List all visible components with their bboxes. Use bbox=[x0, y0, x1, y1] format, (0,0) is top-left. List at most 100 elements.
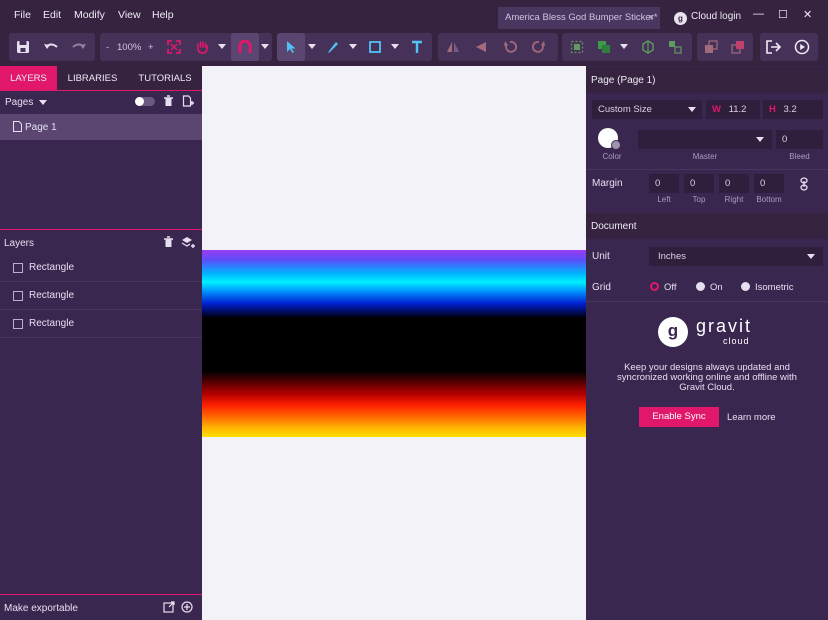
add-page-icon[interactable] bbox=[182, 95, 194, 110]
cloud-description: Keep your designs always updated and syn… bbox=[617, 362, 797, 393]
page-section-title: Page (Page 1) bbox=[591, 75, 656, 86]
tab-layers[interactable]: LAYERS bbox=[0, 66, 57, 90]
learn-more-link[interactable]: Learn more bbox=[727, 412, 776, 423]
undo-icon[interactable] bbox=[39, 33, 63, 61]
save-icon[interactable] bbox=[11, 33, 35, 61]
symbol-icon[interactable] bbox=[663, 33, 687, 61]
menu-help[interactable]: Help bbox=[152, 9, 174, 21]
close-window-icon[interactable]: ✕ bbox=[803, 8, 812, 21]
make-exportable-label[interactable]: Make exportable bbox=[4, 603, 78, 614]
hand-tool-dropdown-icon[interactable] bbox=[218, 44, 226, 49]
delete-layer-icon[interactable] bbox=[163, 236, 174, 251]
pen-tool-icon[interactable] bbox=[321, 33, 345, 61]
grid-option-isometric[interactable]: Isometric bbox=[741, 282, 794, 293]
tab-libraries[interactable]: LIBRARIES bbox=[57, 66, 128, 90]
layer-checkbox[interactable] bbox=[13, 291, 23, 301]
boolean-union-icon[interactable] bbox=[592, 33, 616, 61]
mask-icon[interactable] bbox=[636, 33, 660, 61]
pointer-dropdown-icon[interactable] bbox=[308, 44, 316, 49]
export-icon[interactable] bbox=[762, 33, 786, 61]
enable-sync-button[interactable]: Enable Sync bbox=[639, 407, 719, 427]
pages-toggle[interactable] bbox=[135, 97, 155, 106]
shape-dropdown-icon[interactable] bbox=[391, 44, 399, 49]
flip-vertical-icon[interactable] bbox=[469, 33, 493, 61]
document-section-header: Document bbox=[586, 213, 828, 239]
tab-tutorials[interactable]: TUTORIALS bbox=[128, 66, 202, 90]
redo-icon[interactable] bbox=[67, 33, 91, 61]
delete-page-icon[interactable] bbox=[163, 95, 174, 110]
unit-select[interactable]: Inches bbox=[649, 247, 823, 266]
margin-bottom-value: 0 bbox=[760, 178, 766, 189]
layer-row[interactable]: Rectangle bbox=[0, 255, 202, 282]
pen-dropdown-icon[interactable] bbox=[349, 44, 357, 49]
margin-left-field[interactable]: 0 bbox=[649, 174, 679, 193]
rectangle-fire-gradient[interactable] bbox=[202, 371, 586, 437]
divider bbox=[586, 301, 828, 302]
color-swatch[interactable] bbox=[598, 128, 621, 150]
left-panel: LAYERS LIBRARIES TUTORIALS Pages Page 1 … bbox=[0, 66, 202, 620]
pointer-tool-icon[interactable] bbox=[277, 33, 305, 61]
bring-forward-icon[interactable] bbox=[726, 33, 750, 61]
boolean-dropdown-icon[interactable] bbox=[620, 44, 628, 49]
bleed-field[interactable]: 0 bbox=[776, 130, 823, 149]
margin-top-field[interactable]: 0 bbox=[684, 174, 714, 193]
unit-value: Inches bbox=[658, 251, 686, 262]
rectangle-blue-gradient[interactable] bbox=[202, 250, 586, 317]
margin-bottom-field[interactable]: 0 bbox=[754, 174, 784, 193]
document-tab[interactable]: America Bless God Bumper Sticker* × bbox=[498, 7, 660, 29]
menu-edit[interactable]: Edit bbox=[43, 9, 61, 21]
grid-option-off[interactable]: Off bbox=[650, 282, 677, 293]
size-preset-select[interactable]: Custom Size bbox=[592, 100, 702, 119]
send-backward-icon[interactable] bbox=[699, 33, 723, 61]
arrange-group bbox=[562, 33, 692, 61]
layer-row[interactable]: Rectangle bbox=[0, 283, 202, 310]
zoom-in-button[interactable]: + bbox=[148, 42, 154, 53]
layer-row[interactable]: Rectangle bbox=[0, 311, 202, 338]
grid-isometric-label: Isometric bbox=[755, 282, 794, 293]
rectangle-black[interactable] bbox=[202, 317, 586, 371]
zoom-out-button[interactable]: - bbox=[106, 42, 109, 53]
add-layer-icon[interactable] bbox=[181, 236, 195, 252]
rotate-right-icon[interactable] bbox=[527, 33, 551, 61]
rotate-left-icon[interactable] bbox=[498, 33, 522, 61]
master-select[interactable] bbox=[638, 130, 772, 149]
canvas[interactable] bbox=[202, 66, 586, 620]
gravit-logo-icon: g bbox=[658, 317, 688, 347]
cloud-login-button[interactable]: g Cloud login bbox=[674, 11, 741, 25]
rectangle-tool-icon[interactable] bbox=[363, 33, 387, 61]
group-icon[interactable] bbox=[565, 33, 589, 61]
menu-bar: File Edit Modify View Help America Bless… bbox=[0, 0, 828, 30]
width-field[interactable]: W 11.2 bbox=[706, 100, 760, 119]
color-edit-icon bbox=[611, 140, 621, 150]
menu-modify[interactable]: Modify bbox=[74, 9, 105, 21]
close-tab-icon[interactable]: × bbox=[648, 12, 654, 23]
present-play-icon[interactable] bbox=[790, 33, 814, 61]
pages-label: Pages bbox=[5, 97, 34, 108]
flip-horizontal-icon[interactable] bbox=[441, 33, 465, 61]
zoom-level[interactable]: 100% bbox=[117, 42, 141, 53]
margin-right-field[interactable]: 0 bbox=[719, 174, 749, 193]
transform-group bbox=[438, 33, 558, 61]
link-margins-icon[interactable] bbox=[799, 177, 809, 194]
text-tool-icon[interactable] bbox=[405, 33, 429, 61]
margin-right-label: Right bbox=[724, 195, 744, 204]
fit-page-icon[interactable] bbox=[162, 33, 186, 61]
minimize-icon[interactable]: — bbox=[753, 8, 764, 20]
tab-underline bbox=[0, 90, 202, 91]
export-settings-icon[interactable] bbox=[163, 601, 175, 616]
grid-option-on[interactable]: On bbox=[696, 282, 723, 293]
hand-tool-icon[interactable] bbox=[190, 33, 214, 61]
page-list-item[interactable]: Page 1 bbox=[0, 114, 202, 140]
add-export-icon[interactable] bbox=[181, 601, 193, 616]
color-label: Color bbox=[602, 152, 622, 161]
menu-file[interactable]: File bbox=[14, 9, 31, 21]
pages-dropdown-icon[interactable] bbox=[39, 100, 47, 105]
layer-checkbox[interactable] bbox=[13, 263, 23, 273]
maximize-icon[interactable]: ☐ bbox=[778, 8, 788, 21]
snap-dropdown-icon[interactable] bbox=[261, 44, 269, 49]
snap-magnet-icon[interactable] bbox=[231, 33, 259, 61]
gravit-wordmark: gravit bbox=[696, 316, 753, 336]
height-field[interactable]: H 3.2 bbox=[763, 100, 823, 119]
menu-view[interactable]: View bbox=[118, 9, 141, 21]
layer-checkbox[interactable] bbox=[13, 319, 23, 329]
